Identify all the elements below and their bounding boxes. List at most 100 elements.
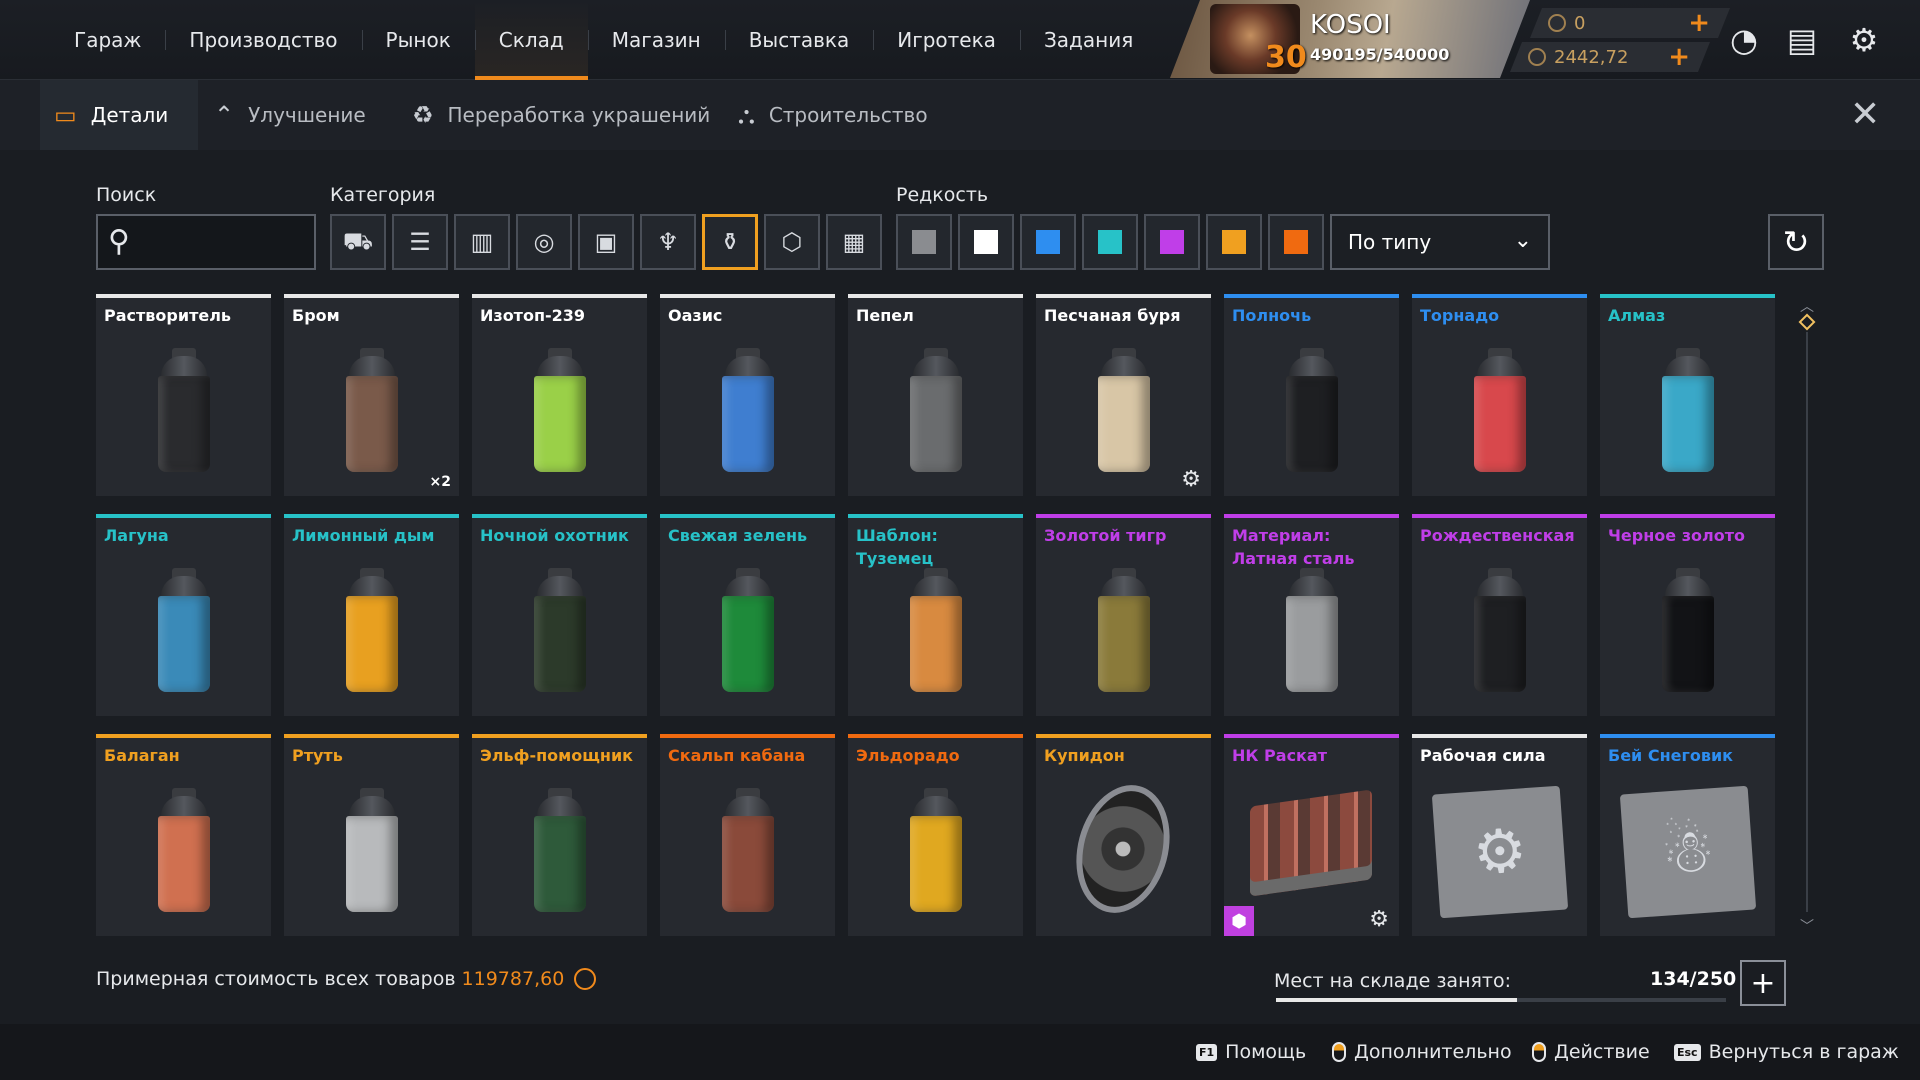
category-all[interactable]: ▦ <box>826 214 882 270</box>
chevron-down-icon[interactable]: ﹀ <box>1800 916 1814 936</box>
scroll-track[interactable] <box>1806 332 1808 912</box>
search-input[interactable] <box>148 226 308 260</box>
category-weapons[interactable]: ☰ <box>392 214 448 270</box>
nav-shop[interactable]: Магазин <box>587 0 725 80</box>
item-card[interactable]: Эльдорадо <box>848 734 1023 936</box>
rarity-relic[interactable] <box>1268 214 1324 270</box>
item-grid: Растворитель Бром ×2 Изотоп-239 Оазис Пепел Пе… <box>96 294 1776 936</box>
item-card[interactable]: Шаблон: Туземец <box>848 514 1023 716</box>
weapon-icon: ☰ <box>409 228 431 256</box>
item-card[interactable]: Балаган <box>96 734 271 936</box>
mouse-icon <box>1332 1042 1346 1062</box>
hint-back[interactable]: Esc Вернуться в гараж <box>1674 1024 1899 1080</box>
item-name: Ночной охотник <box>480 526 629 545</box>
item-card[interactable]: Скальп кабана <box>660 734 835 936</box>
refresh-button[interactable]: ↻ <box>1768 214 1824 270</box>
nav-storage[interactable]: Склад <box>474 0 588 80</box>
rarity-ordinary[interactable] <box>958 214 1014 270</box>
category-modules[interactable]: ▥ <box>454 214 510 270</box>
spray-can-icon <box>910 788 962 912</box>
spray-can-icon <box>1098 348 1150 472</box>
add-crowns-button[interactable]: + <box>1668 42 1690 72</box>
sort-dropdown[interactable]: По типу ⌄ <box>1330 214 1550 270</box>
tab-construction-label: Строительство <box>768 103 928 127</box>
item-card[interactable]: Оазис <box>660 294 835 496</box>
item-card[interactable]: Золотой тигр <box>1036 514 1211 716</box>
category-bodies[interactable]: ⛟ <box>330 214 386 270</box>
item-card[interactable]: Изотоп-239 <box>472 294 647 496</box>
rarity-rare[interactable] <box>1020 214 1076 270</box>
tab-upgrade[interactable]: ⌃ Улучшение <box>214 80 366 150</box>
rarity-legendary[interactable] <box>1206 214 1262 270</box>
player-xp: 490195/540000 <box>1310 45 1450 64</box>
decor-icon: ♆ <box>657 228 679 256</box>
tab-upgrade-label: Улучшение <box>248 103 366 127</box>
item-name: Оазис <box>668 306 723 325</box>
category-wheels[interactable]: ◎ <box>516 214 572 270</box>
item-card[interactable]: Растворитель <box>96 294 271 496</box>
category-decor[interactable]: ♆ <box>640 214 696 270</box>
category-frames[interactable]: ▣ <box>578 214 634 270</box>
category-materials[interactable]: ⬡ <box>764 214 820 270</box>
search-icon: ⚲ <box>108 224 130 259</box>
rarity-common[interactable] <box>896 214 952 270</box>
item-card[interactable]: Ртуть <box>284 734 459 936</box>
hint-action[interactable]: Действие <box>1532 1024 1650 1080</box>
item-card[interactable]: Полночь <box>1224 294 1399 496</box>
nav-production[interactable]: Производство <box>165 0 361 80</box>
item-card[interactable]: НК Раскат ⚙ ⬢ <box>1224 734 1399 936</box>
tab-recycle-label: Переработка украшений <box>447 103 711 127</box>
speedometer-icon[interactable]: ◔ <box>1726 21 1762 59</box>
player-banner[interactable]: KOSOI 30 490195/540000 <box>1170 0 1530 78</box>
item-card[interactable]: Бей Снеговик ☃ <box>1600 734 1775 936</box>
scroll-thumb[interactable] <box>1798 313 1816 331</box>
item-card[interactable]: Торнадо <box>1412 294 1587 496</box>
rarity-epic[interactable] <box>1144 214 1200 270</box>
item-card[interactable]: Рабочая сила ⚙ <box>1412 734 1587 936</box>
spray-can-icon <box>534 348 586 472</box>
expand-storage-button[interactable]: + <box>1740 960 1786 1006</box>
tab-construction[interactable]: ⛬ Строительство <box>738 80 928 150</box>
scrollbar[interactable]: ︿ ﹀ <box>1798 296 1816 936</box>
nav-exhibition[interactable]: Выставка <box>724 0 874 80</box>
chat-icon[interactable]: ▤ <box>1784 21 1820 59</box>
item-name: Свежая зелень <box>668 526 808 545</box>
item-card[interactable]: Алмаз <box>1600 294 1775 496</box>
item-card[interactable]: Эльф-помощник <box>472 734 647 936</box>
close-icon[interactable]: ✕ <box>1850 97 1880 133</box>
item-card[interactable]: Лимонный дым <box>284 514 459 716</box>
rarity-swatch <box>1098 230 1122 254</box>
item-name: Рождественская <box>1420 526 1575 545</box>
item-card[interactable]: Пепел <box>848 294 1023 496</box>
hint-extra[interactable]: Дополнительно <box>1332 1024 1512 1080</box>
search-field[interactable]: ⚲ <box>96 214 316 270</box>
tab-parts[interactable]: ▭ Детали <box>40 80 198 150</box>
item-card[interactable]: Черное золото <box>1600 514 1775 716</box>
sticker-image: ☃ <box>1619 785 1757 919</box>
nav-game-center[interactable]: Игротека <box>873 0 1020 80</box>
item-card[interactable]: Свежая зелень <box>660 514 835 716</box>
nav-market[interactable]: Рынок <box>361 0 475 80</box>
nav-tasks[interactable]: Задания <box>1019 0 1157 80</box>
item-card[interactable]: Бром ×2 <box>284 294 459 496</box>
item-name: Бей Снеговик <box>1608 746 1734 765</box>
add-coupons-button[interactable]: + <box>1688 8 1710 38</box>
hint-help[interactable]: F1 Помощь <box>1196 1024 1306 1080</box>
rarity-special[interactable] <box>1082 214 1138 270</box>
item-card[interactable]: Материал: Латная сталь <box>1224 514 1399 716</box>
item-card[interactable]: Рождественская <box>1412 514 1587 716</box>
spray-can-icon <box>722 568 774 692</box>
item-name: Лагуна <box>104 526 169 545</box>
category-paints[interactable]: ⚱ <box>702 214 758 270</box>
gear-icon[interactable]: ⚙ <box>1846 21 1882 59</box>
item-card[interactable]: Песчаная буря ⚙ <box>1036 294 1211 496</box>
item-card[interactable]: Лагуна <box>96 514 271 716</box>
item-card[interactable]: Ночной охотник <box>472 514 647 716</box>
item-card[interactable]: Купидон <box>1036 734 1211 936</box>
module-icon: ▥ <box>470 228 494 256</box>
spray-can-icon <box>1662 568 1714 692</box>
hexagon-icon: ⬢ <box>1224 906 1254 936</box>
nav-garage[interactable]: Гараж <box>50 0 165 80</box>
tab-recycle[interactable]: ♻ Переработка украшений <box>412 80 710 150</box>
rarity-swatch <box>1284 230 1308 254</box>
